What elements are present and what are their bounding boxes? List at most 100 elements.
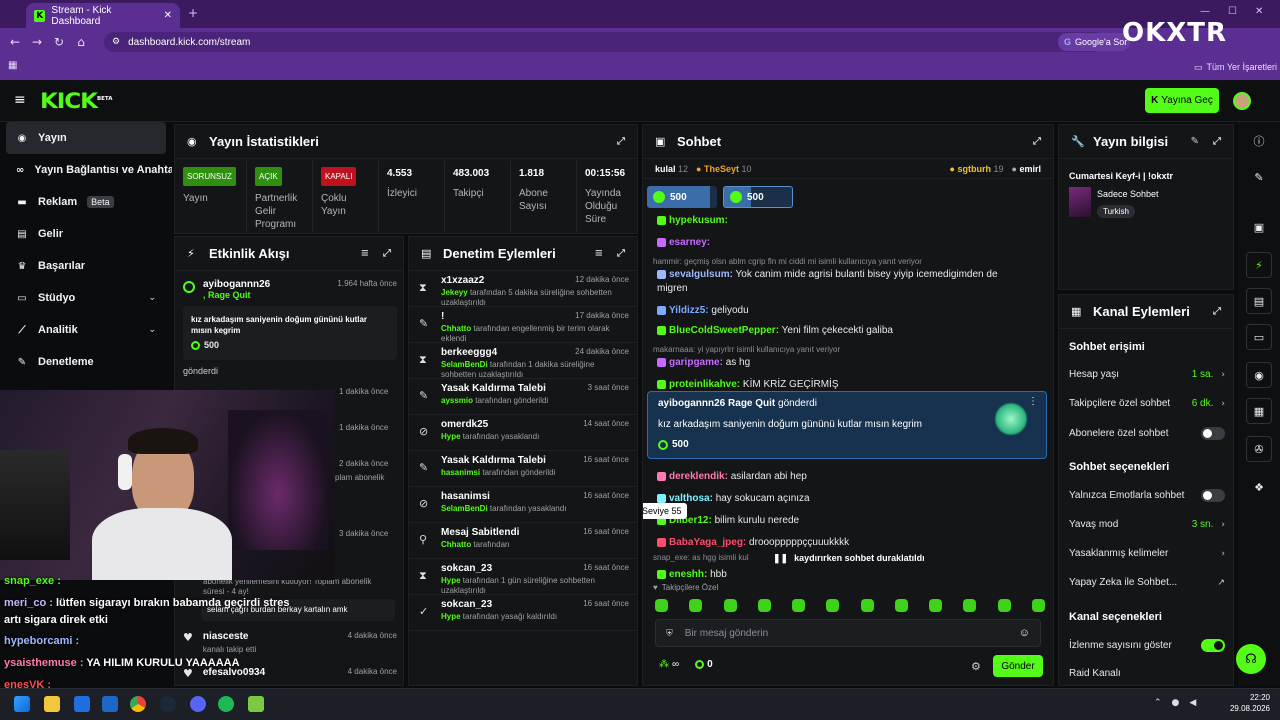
chat-username[interactable]: sevalgulsum: <box>669 269 733 280</box>
chrome-icon[interactable] <box>130 696 146 712</box>
chat-message[interactable]: garipgame: as hg <box>657 357 750 368</box>
chat-message[interactable]: sevalgulsum: Yok canim mide agrisi bulan… <box>657 269 998 280</box>
home-icon[interactable]: ⌂ <box>70 35 92 49</box>
moderation-row[interactable]: ⧗ x1xzaaz2 12 dakika önce Jekeyy tarafından… <box>409 271 637 307</box>
wrench-icon[interactable]: ✇ <box>1246 436 1272 462</box>
chat-message[interactable]: BlueColdSweetPepper: Yeni film çekecekti… <box>657 325 893 336</box>
clock[interactable]: 22:20 29.08.2026 <box>1224 692 1270 714</box>
all-bookmarks[interactable]: ▭ Tüm Yer İşaretleri <box>1194 62 1277 73</box>
filter-icon[interactable]: ≡ <box>595 248 603 259</box>
tag-chip[interactable]: Turkish <box>1097 205 1135 218</box>
moderation-row[interactable]: ✎! 17 dakika önce Chhatto tarafından engel… <box>409 307 637 343</box>
goal-bar[interactable]: 500 <box>723 186 793 208</box>
edit-icon[interactable]: ✎ <box>1191 136 1199 147</box>
moderation-row[interactable]: ✓ sokcan_23 16 saat önce Hype tarafından ya… <box>409 595 637 631</box>
emoji-icon[interactable]: ☺ <box>1019 627 1030 639</box>
emote-icon[interactable] <box>792 599 806 612</box>
expand-icon[interactable]: ⤢ <box>1033 136 1041 147</box>
chat-username[interactable]: eneshh: <box>669 569 707 580</box>
outlook-icon[interactable] <box>102 696 118 712</box>
emote-icon[interactable] <box>963 599 977 612</box>
channel-points[interactable]: ⁂ ∞ 0 <box>659 659 713 670</box>
chat-icon[interactable]: ▭ <box>1246 324 1272 350</box>
lightning-icon[interactable]: ⚡ <box>1246 252 1272 278</box>
show-viewers-toggle[interactable] <box>1201 639 1225 652</box>
chat-message[interactable]: eneshh: hbb <box>657 569 727 580</box>
moderation-row[interactable]: ⊘ hasanimsi 16 saat önce SelamBenDi tarafın… <box>409 487 637 523</box>
chat-settings-icon[interactable]: ⚙ <box>971 660 981 673</box>
chat-username[interactable]: esarney: <box>669 237 710 248</box>
chat-input[interactable]: ⛨ Bir mesaj gönderin ☺ <box>655 619 1041 647</box>
emote-icon[interactable] <box>929 599 943 612</box>
bookmark-icon[interactable]: ▣ <box>1246 214 1272 240</box>
expand-icon[interactable]: ⤢ <box>1213 136 1221 147</box>
followers-only-setting[interactable]: Takipçilere özel sohbet 6 dk. › <box>1069 398 1225 409</box>
chat-username[interactable]: hypekusum: <box>669 215 728 226</box>
chat-message[interactable]: dereklendik: asilardan abi hep <box>657 471 807 482</box>
chevron-up-icon[interactable]: ⌃ <box>1154 698 1162 708</box>
ai-chat-setting[interactable]: Yapay Zeka ile Sohbet... ↗ <box>1069 577 1225 588</box>
sidebar-item-stream-key[interactable]: ∞ Yayın Bağlantısı ve Anahtar <box>0 154 172 186</box>
steam-icon[interactable] <box>160 696 176 712</box>
broadcast-icon[interactable]: ◉ <box>1246 362 1272 388</box>
sidebar-item-reklam[interactable]: ▬ Reklam Beta <box>0 186 172 218</box>
sidebar-item-gelir[interactable]: ▤ Gelir <box>0 218 172 250</box>
emote-icon[interactable] <box>997 599 1011 612</box>
avatar[interactable] <box>1233 92 1251 110</box>
support-icon[interactable]: ☊ <box>1236 644 1266 674</box>
slow-mode-setting[interactable]: Yavaş mod 3 sn. › <box>1069 519 1225 530</box>
kick-logo[interactable]: KICKBETA <box>40 89 112 113</box>
chat-paused-notice[interactable]: ❚❚ kaydırırken sohbet duraklatıldı <box>773 553 925 564</box>
emote-icon[interactable] <box>655 599 668 612</box>
moderation-row[interactable]: ⧗ sokcan_23 16 saat önce Hype tarafından 1 … <box>409 559 637 595</box>
discord-icon[interactable] <box>190 696 206 712</box>
sidebar-item-studyo[interactable]: ▭ Stüdyo ⌄ <box>0 282 172 314</box>
more-options-icon[interactable]: ⋮ <box>1028 396 1038 407</box>
list-icon[interactable]: ▤ <box>1246 288 1272 314</box>
emote-icon[interactable] <box>757 599 771 612</box>
minimize-icon[interactable]: — <box>1200 6 1210 17</box>
go-live-button[interactable]: K Yayına Geç <box>1145 88 1219 113</box>
emote-icon[interactable] <box>723 599 737 612</box>
emote-icon[interactable] <box>689 599 703 612</box>
expand-icon[interactable]: ⤢ <box>617 136 625 147</box>
edit-icon[interactable]: ✎ <box>1246 164 1272 190</box>
close-tab-icon[interactable]: ✕ <box>164 10 172 21</box>
info-icon[interactable]: ⓘ <box>1246 128 1272 154</box>
subs-only-toggle[interactable] <box>1201 427 1225 440</box>
store-icon[interactable] <box>74 696 90 712</box>
menu-icon[interactable]: ≡ <box>14 92 26 108</box>
reload-icon[interactable]: ↻ <box>48 35 70 49</box>
account-age-setting[interactable]: Hesap yaşı 1 sa. › <box>1069 369 1225 380</box>
chat-message[interactable]: hypekusum: <box>657 215 728 226</box>
chat-message[interactable]: Yildizz5: geliyodu <box>657 305 749 316</box>
maximize-icon[interactable]: ☐ <box>1228 6 1237 17</box>
emote-icon[interactable] <box>826 599 840 612</box>
sidebar-item-basarilar[interactable]: ♛ Başarılar <box>0 250 172 282</box>
emote-icon[interactable] <box>894 599 908 612</box>
volume-icon[interactable]: ◀ <box>1189 698 1196 708</box>
apps-grid-icon[interactable]: ▦ <box>8 60 17 71</box>
moderation-row[interactable]: ✎ Yasak Kaldırma Talebi 3 saat önce ayssmio… <box>409 379 637 415</box>
chat-message[interactable]: proteinlikahve: KİM KRİZ GEÇİRMİŞ <box>657 379 838 390</box>
moderation-row[interactable]: ⧗ berkeeggg4 24 dakika önce SelamBenDi tara… <box>409 343 637 379</box>
chat-username[interactable]: garipgame: <box>669 357 723 368</box>
banned-words-setting[interactable]: Yasaklanmış kelimeler › <box>1069 548 1225 559</box>
goal-bar[interactable]: 500 <box>647 186 717 208</box>
expand-icon[interactable]: ⤢ <box>383 248 391 259</box>
filter-icon[interactable]: ≡ <box>361 248 369 259</box>
emote-icon[interactable] <box>1031 599 1045 612</box>
chat-username[interactable]: proteinlikahve: <box>669 379 740 390</box>
chat-username[interactable]: BabaYaga_jpeg: <box>669 537 746 548</box>
url-field[interactable]: ⚙ dashboard.kick.com/stream <box>104 32 1104 52</box>
chat-username[interactable]: Yildizz5: <box>669 305 709 316</box>
expand-icon[interactable]: ⤢ <box>1213 306 1221 317</box>
browser-tab[interactable]: K Stream - Kick Dashboard ✕ <box>26 3 180 28</box>
back-icon[interactable]: ← <box>4 35 26 49</box>
apps-icon[interactable]: ❖ <box>1246 474 1272 500</box>
forward-icon[interactable]: → <box>26 35 48 49</box>
system-tray[interactable]: ⌃ ● ◀ <box>1154 698 1196 708</box>
new-tab-icon[interactable]: + <box>188 6 198 20</box>
category-name[interactable]: Sadece Sohbet <box>1097 189 1159 199</box>
windows-start-icon[interactable] <box>14 696 30 712</box>
